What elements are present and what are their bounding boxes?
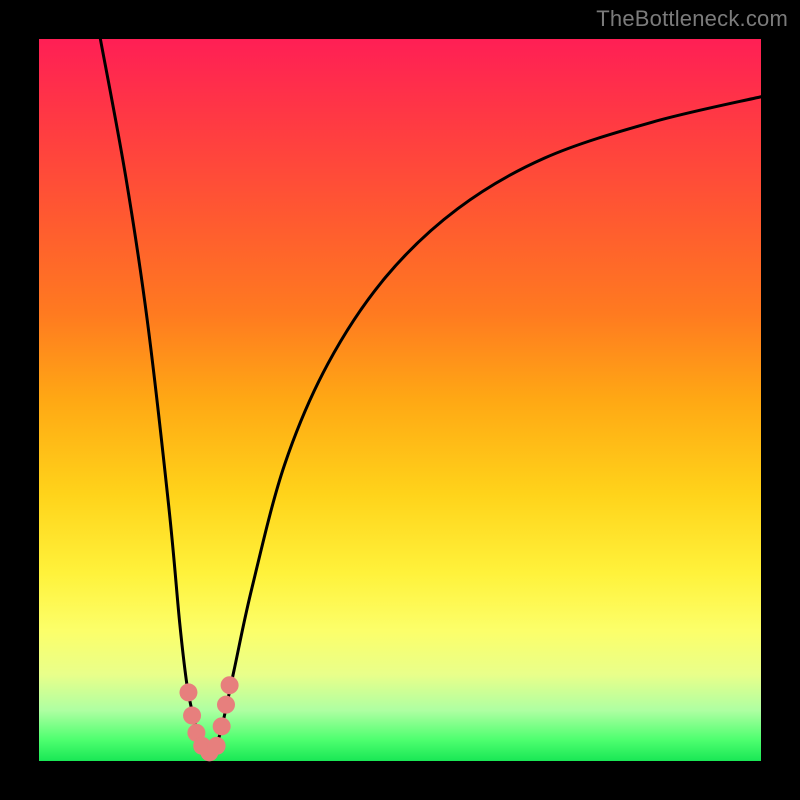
- curve-svg: [39, 39, 761, 761]
- marker-dot: [179, 683, 197, 701]
- bottleneck-curve-right: [212, 97, 761, 755]
- marker-dot: [217, 696, 235, 714]
- plot-area: [39, 39, 761, 761]
- marker-dot: [183, 707, 201, 725]
- marker-group: [179, 676, 238, 761]
- marker-dot: [221, 676, 239, 694]
- bottleneck-curve-left: [100, 39, 212, 755]
- chart-frame: TheBottleneck.com: [0, 0, 800, 800]
- marker-dot: [208, 737, 226, 755]
- watermark-label: TheBottleneck.com: [596, 6, 788, 32]
- marker-dot: [213, 717, 231, 735]
